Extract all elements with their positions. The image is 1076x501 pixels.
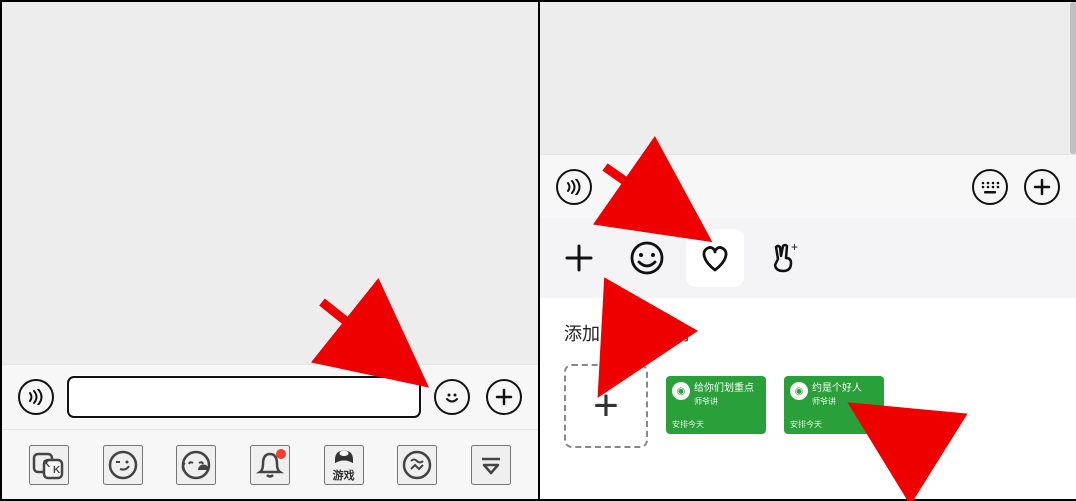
- games-label: 游戏: [333, 467, 355, 483]
- left-panel: KK 游戏: [2, 2, 538, 499]
- sticker-subtitle: 师爷讲: [812, 398, 836, 406]
- emoji-button[interactable]: [432, 377, 472, 417]
- collapse-icon: [477, 451, 505, 479]
- input-bar: [2, 364, 538, 429]
- plus-icon: +: [593, 381, 619, 431]
- tab-yawn[interactable]: [176, 445, 216, 485]
- smile-icon: [434, 379, 470, 415]
- plus-button[interactable]: [484, 377, 524, 417]
- sticker-item[interactable]: ◉ 给你们划重点 师爷讲 安排今天: [666, 376, 766, 434]
- scrollbar[interactable]: [1070, 2, 1076, 154]
- voice-button[interactable]: [554, 167, 594, 207]
- sticker-footer: 安排今天: [790, 419, 822, 430]
- input-bar: [540, 154, 1076, 218]
- sticker-item[interactable]: ◉ 约是个好人 师爷讲 安排今天: [784, 376, 884, 434]
- tab-collapse[interactable]: [471, 445, 511, 485]
- sticker-logo: ◉: [672, 382, 690, 400]
- chat-area: [540, 2, 1076, 154]
- sticker-title: 约是个好人: [812, 384, 862, 394]
- keyboard-icon: [972, 169, 1008, 205]
- chat-area: [2, 2, 538, 364]
- category-heart[interactable]: [686, 229, 744, 287]
- games-icon: [331, 447, 357, 465]
- yawn-icon: [179, 448, 213, 482]
- svg-text:K: K: [53, 465, 61, 476]
- sticker-footer: 安排今天: [672, 419, 704, 430]
- tab-games[interactable]: 游戏: [324, 445, 364, 485]
- panel-divider: [538, 2, 540, 499]
- notification-dot: [276, 449, 286, 459]
- gesture-icon: +: [766, 241, 800, 275]
- category-smile[interactable]: [618, 229, 676, 287]
- tab-bell[interactable]: [250, 445, 290, 485]
- heart-icon: [698, 241, 732, 275]
- image-circle-icon: [401, 449, 433, 481]
- keyboard-button[interactable]: [970, 167, 1010, 207]
- plus-icon: [564, 243, 594, 273]
- voice-button[interactable]: [16, 377, 56, 417]
- section-title: 添加的单个表情: [564, 320, 1052, 346]
- sticker-title: 给你们划重点: [694, 384, 754, 394]
- sticker-row: + ◉ 给你们划重点 师爷讲 安排今天 ◉ 约是个好人 师爷讲 安排今天: [564, 364, 1052, 448]
- wink-icon: [107, 449, 139, 481]
- tab-wink[interactable]: [103, 445, 143, 485]
- kk-icon: KK: [32, 448, 66, 482]
- smile-icon: [629, 240, 665, 276]
- tab-kk[interactable]: KK: [29, 445, 69, 485]
- plus-button[interactable]: [1022, 167, 1062, 207]
- plus-icon: [486, 379, 522, 415]
- svg-text:K: K: [43, 459, 51, 470]
- category-gesture[interactable]: +: [754, 229, 812, 287]
- sticker-logo: ◉: [790, 382, 808, 400]
- emoji-tab-bar: KK 游戏: [2, 429, 538, 499]
- favorites-section: 添加的单个表情 + ◉ 给你们划重点 师爷讲 安排今天 ◉ 约是个好人 师爷讲 …: [540, 298, 1076, 499]
- category-add[interactable]: [550, 229, 608, 287]
- voice-icon: [556, 169, 592, 205]
- emoji-category-bar: +: [540, 218, 1076, 298]
- voice-icon: [18, 379, 54, 415]
- right-panel: + 添加的单个表情 + ◉ 给你们划重点 师爷讲 安排今天 ◉ 约是个好人 师爷…: [540, 2, 1076, 499]
- add-sticker-button[interactable]: +: [564, 364, 648, 448]
- svg-text:+: +: [791, 241, 798, 254]
- plus-icon: [1024, 169, 1060, 205]
- sticker-subtitle: 师爷讲: [694, 398, 718, 406]
- tab-image[interactable]: [397, 445, 437, 485]
- message-input[interactable]: [68, 377, 420, 417]
